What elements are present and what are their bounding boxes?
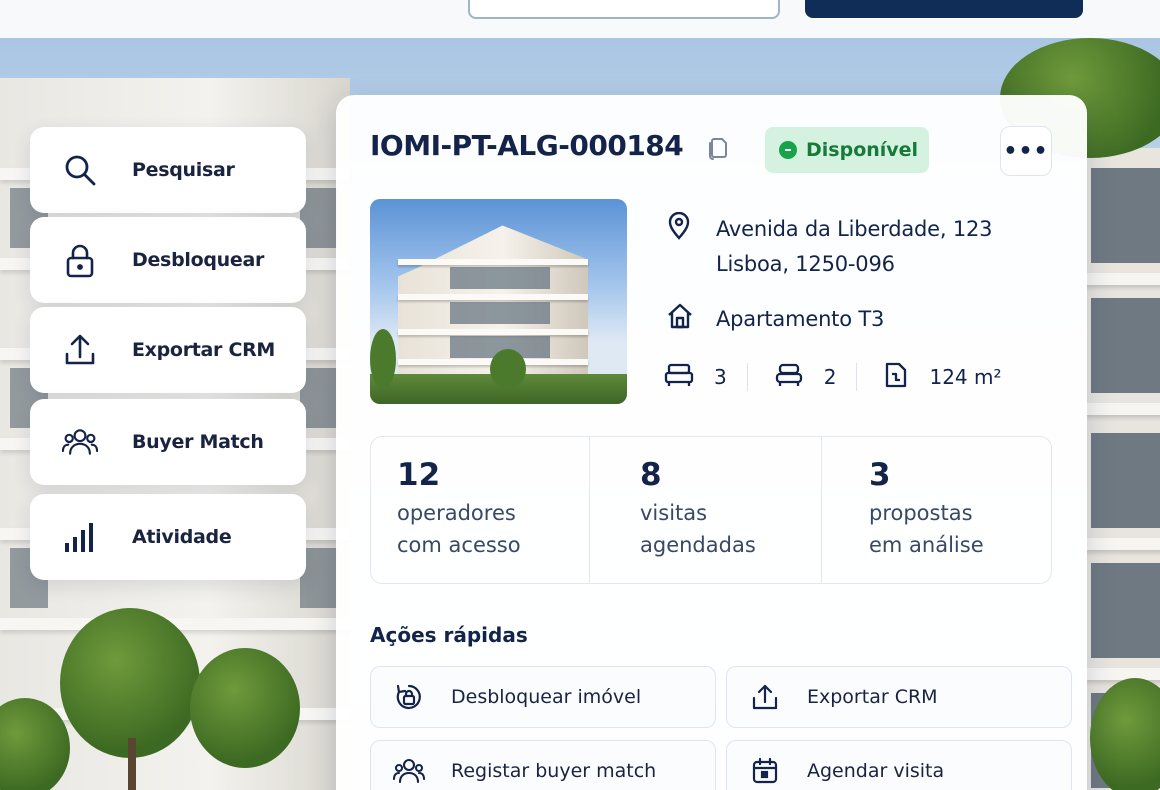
property-specs: 3 2 124 m² xyxy=(664,360,1002,394)
upload-icon xyxy=(62,332,98,368)
sidebar-item-buyer-match[interactable]: Buyer Match xyxy=(30,399,306,485)
unlock-icon xyxy=(393,681,425,713)
top-bar xyxy=(0,0,1160,38)
property-card: IOMI-PT-ALG-000184 Disponível ••• Avenid… xyxy=(336,95,1087,790)
sidebar-item-label: Atividade xyxy=(132,526,232,548)
property-type-label: Apartamento T3 xyxy=(716,307,885,331)
action-export-crm[interactable]: Exportar CRM xyxy=(726,666,1072,728)
sidebar-item-export-crm[interactable]: Exportar CRM xyxy=(30,307,306,393)
action-unlock-property[interactable]: Desbloquear imóvel xyxy=(370,666,716,728)
users-icon xyxy=(393,755,425,787)
address-line-1: Avenida da Liberdade, 123 xyxy=(716,217,993,241)
floorplan-icon xyxy=(883,361,909,393)
address-line-2: Lisboa, 1250-096 xyxy=(716,252,895,276)
location-pin-icon xyxy=(666,211,692,240)
stats-panel: 12 operadores com acesso 8 visitas agendad… xyxy=(370,436,1052,584)
sidebar-item-search[interactable]: Pesquisar xyxy=(30,127,306,213)
action-register-buyer-match[interactable]: Registar buyer match xyxy=(370,740,716,790)
lock-icon xyxy=(62,242,98,278)
address: Avenida da Liberdade, 123 Lisboa, 1250-0… xyxy=(666,211,993,282)
home-icon xyxy=(666,302,692,330)
status-badge: Disponível xyxy=(765,127,929,173)
more-icon: ••• xyxy=(1003,138,1049,164)
area: 124 m² xyxy=(883,361,1002,393)
stat-visits: 8 visitas agendadas xyxy=(589,437,821,583)
sidebar-item-unlock[interactable]: Desbloquear xyxy=(30,217,306,303)
bath-icon xyxy=(774,362,804,392)
property-type: Apartamento T3 xyxy=(666,302,884,337)
stat-proposals: 3 propostas em análise xyxy=(821,437,1050,583)
users-icon xyxy=(62,424,98,460)
top-secondary-button[interactable] xyxy=(468,0,780,19)
sidebar-item-activity[interactable]: Atividade xyxy=(30,494,306,580)
top-primary-button[interactable] xyxy=(805,0,1083,18)
action-schedule-visit[interactable]: Agendar visita xyxy=(726,740,1072,790)
sidebar-item-label: Buyer Match xyxy=(132,431,264,453)
bed-icon xyxy=(664,362,694,392)
sidebar-item-label: Desbloquear xyxy=(132,249,265,271)
quick-actions-title: Ações rápidas xyxy=(370,623,528,647)
sidebar-item-label: Pesquisar xyxy=(132,159,235,181)
property-id: IOMI-PT-ALG-000184 xyxy=(370,129,684,162)
bathrooms: 2 xyxy=(774,362,836,392)
calendar-icon xyxy=(749,755,781,787)
copy-icon[interactable] xyxy=(706,135,728,160)
bedrooms: 3 xyxy=(664,362,727,392)
check-circle-icon xyxy=(779,141,797,159)
property-photo xyxy=(370,199,627,404)
bar-chart-icon xyxy=(62,519,98,555)
export-icon xyxy=(749,681,781,713)
search-icon xyxy=(62,152,98,188)
stat-operators: 12 operadores com acesso xyxy=(397,457,521,557)
status-text: Disponível xyxy=(806,139,919,161)
more-options-button[interactable]: ••• xyxy=(1000,126,1052,176)
sidebar-item-label: Exportar CRM xyxy=(132,339,276,361)
